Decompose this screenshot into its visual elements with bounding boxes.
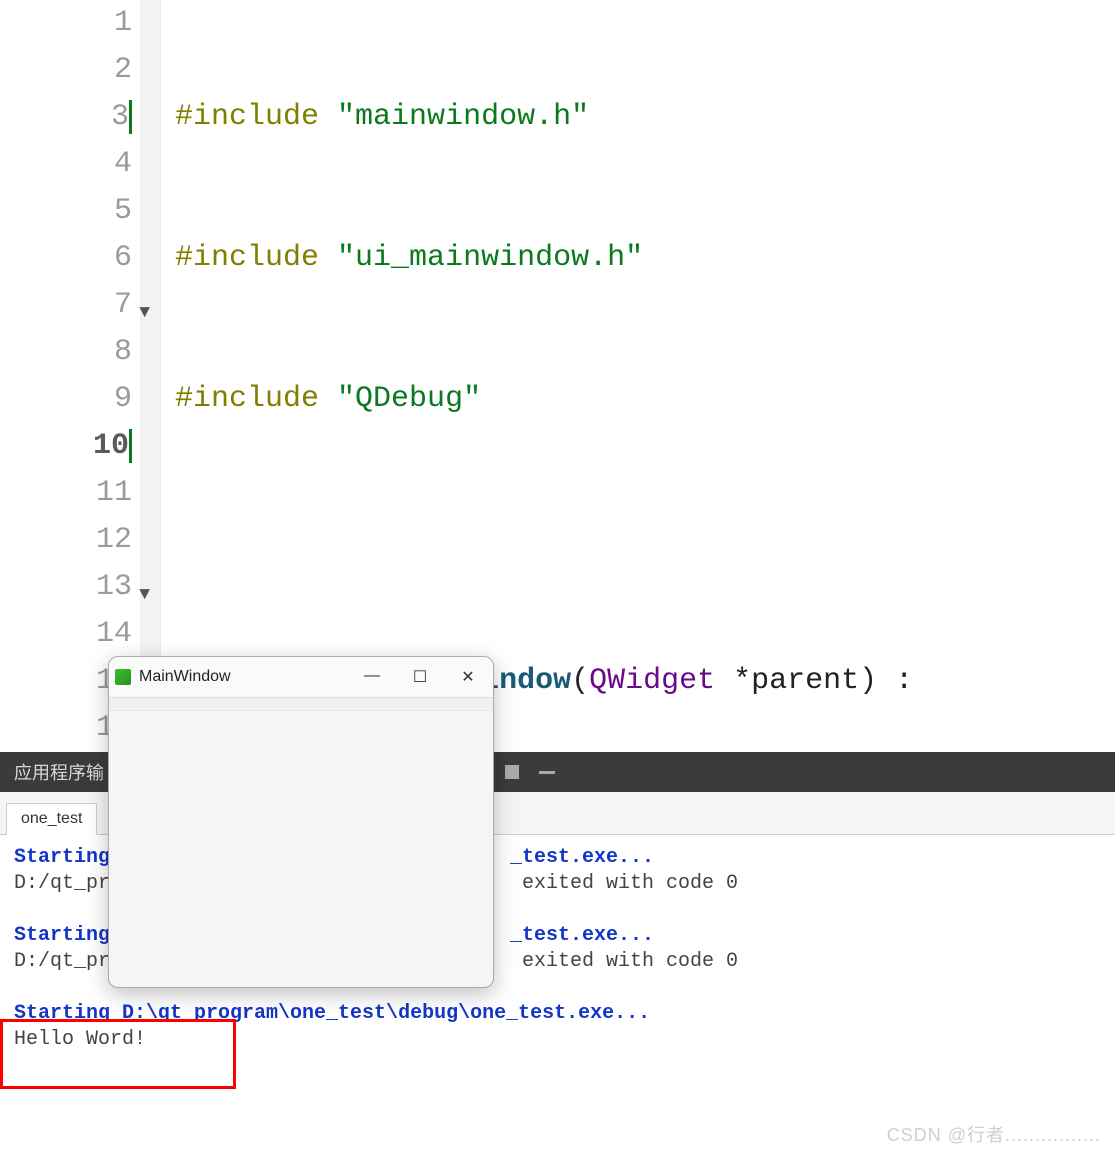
output-panel-title: 应用程序输	[14, 759, 104, 785]
run-window-menubar	[109, 698, 493, 711]
editor-margin	[140, 0, 161, 752]
line-number: 6	[0, 235, 132, 282]
code-area[interactable]: #include "mainwindow.h" #include "ui_mai…	[161, 0, 1115, 752]
output-tab[interactable]: one_test	[6, 803, 97, 835]
line-number: 14	[0, 611, 132, 658]
close-button[interactable]: ✕	[457, 667, 479, 687]
line-number-gutter: 1 2 3 4 5 6 7▼ 8 9 10 11 12 13▼ 14 15 16	[0, 0, 140, 752]
code-editor[interactable]: 1 2 3 4 5 6 7▼ 8 9 10 11 12 13▼ 14 15 16…	[0, 0, 1115, 752]
minimize-button[interactable]: —	[361, 667, 383, 687]
line-number: 2	[0, 47, 132, 94]
line-number: 8	[0, 329, 132, 376]
line-number: 5	[0, 188, 132, 235]
line-number: 10	[0, 423, 132, 470]
line-number: 13▼	[0, 564, 132, 611]
stop-icon[interactable]	[505, 765, 519, 779]
run-window-titlebar[interactable]: MainWindow — ☐ ✕	[109, 657, 493, 698]
maximize-button[interactable]: ☐	[409, 667, 431, 687]
line-number: 1	[0, 0, 132, 47]
fold-toggle-icon[interactable]: ▼	[139, 290, 150, 337]
line-number: 4	[0, 141, 132, 188]
fold-toggle-icon[interactable]: ▼	[139, 572, 150, 619]
line-number: 9	[0, 376, 132, 423]
minimize-icon[interactable]	[539, 771, 555, 774]
line-number: 12	[0, 517, 132, 564]
run-window[interactable]: MainWindow — ☐ ✕	[108, 656, 494, 988]
line-number: 7▼	[0, 282, 132, 329]
line-number: 11	[0, 470, 132, 517]
line-number: 3	[0, 94, 132, 141]
run-window-title: MainWindow	[139, 668, 361, 686]
app-icon	[115, 669, 131, 685]
watermark: CSDN @行者................	[887, 1121, 1101, 1147]
